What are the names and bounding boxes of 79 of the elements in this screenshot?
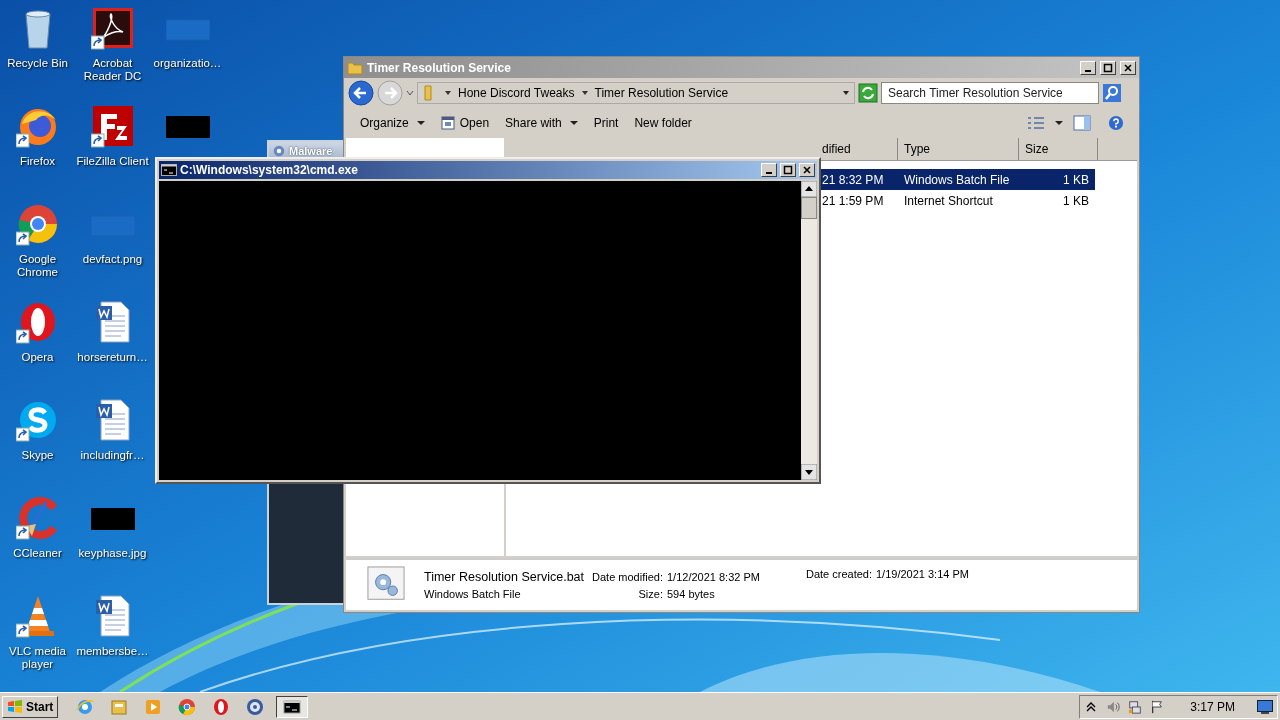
maximize-icon [1103, 62, 1113, 73]
refresh-icon[interactable] [858, 83, 878, 103]
ccleaner-icon[interactable] [15, 496, 60, 540]
minimize-button[interactable] [761, 163, 777, 177]
icon-label[interactable]: Recycle Bin [0, 57, 75, 70]
toolbar-button[interactable]: New folder [628, 114, 698, 132]
maximize-button[interactable] [780, 163, 796, 177]
toolbar-button[interactable]: Open [434, 114, 496, 132]
close-icon [802, 165, 812, 175]
maximize-button[interactable] [1100, 60, 1116, 75]
field-value: 594 bytes [666, 587, 716, 600]
icon-label[interactable]: CCleaner [0, 547, 75, 560]
scrollbar[interactable] [801, 181, 817, 480]
caret-icon[interactable] [580, 89, 589, 97]
icon-label[interactable]: Acrobat Reader DC [75, 57, 150, 83]
breadcrumb-item[interactable]: Hone Discord Tweaks [458, 86, 575, 100]
show-desktop-icon[interactable] [1257, 699, 1273, 714]
icon-label[interactable]: membersbe… [75, 645, 150, 658]
icon-label[interactable]: devfact.png [75, 253, 150, 266]
windows-logo [7, 698, 23, 715]
chrome-icon[interactable] [15, 202, 60, 246]
icon-label[interactable]: Google Chrome [0, 253, 75, 279]
back-icon[interactable] [348, 80, 374, 106]
close-button[interactable] [799, 163, 815, 177]
icon-label[interactable]: keyphase.jpg [75, 547, 150, 560]
column-header[interactable]: Size [1019, 138, 1098, 160]
address-bar[interactable]: Hone Discord Tweaks Timer Resolution Service [417, 82, 855, 104]
icon-label[interactable]: Skype [0, 449, 75, 462]
start-button[interactable]: Start [2, 695, 59, 718]
close-button[interactable] [1120, 60, 1136, 75]
window-icon [440, 116, 455, 130]
minimize-icon [1085, 69, 1091, 72]
icon-label[interactable]: FileZilla Client [75, 155, 150, 168]
icon-label[interactable]: includingfr… [75, 449, 150, 462]
preview-pane-icon[interactable] [1073, 115, 1091, 131]
minimize-button[interactable] [1080, 60, 1096, 75]
icon-label[interactable]: VLC media player [0, 645, 75, 671]
maximize-icon [783, 165, 793, 175]
network-icon[interactable] [1128, 698, 1143, 715]
field-label: Size: [637, 587, 663, 600]
flag-icon[interactable] [1150, 698, 1165, 715]
icon-label[interactable]: Firefox [0, 155, 75, 168]
breadcrumb-item[interactable]: Timer Resolution Service [594, 86, 729, 100]
caret-icon[interactable] [842, 89, 850, 97]
icon-label[interactable]: Opera [0, 351, 75, 364]
toolbar-button[interactable]: Print [587, 114, 625, 132]
column-header[interactable]: Type [898, 138, 1019, 160]
icon-label[interactable]: organizatio… [150, 57, 225, 70]
close-icon [1123, 62, 1133, 73]
help-icon[interactable] [1107, 115, 1125, 131]
scroll-thumb[interactable] [801, 197, 817, 219]
search-icon[interactable] [1102, 83, 1122, 103]
icon-label[interactable]: horsereturn… [75, 351, 150, 364]
caret-icon[interactable] [1055, 119, 1063, 127]
field-value: 1/19/2021 3:14 PM [876, 568, 969, 580]
field-label: Date created: [805, 568, 872, 580]
search-field[interactable]: Search Timer Resolution Service [881, 82, 1099, 104]
toolbar-button[interactable]: Share with [499, 114, 584, 132]
field-label: Date modified: [592, 570, 663, 583]
file-name: Timer Resolution Service.bat [424, 570, 585, 584]
caret-icon [569, 119, 578, 127]
acrobat-icon[interactable] [90, 6, 135, 50]
cmd-taskbar-icon[interactable] [276, 695, 309, 718]
scroll-down-icon[interactable] [801, 464, 817, 480]
caret-icon [416, 119, 425, 127]
window-title: Timer Resolution Service [367, 60, 511, 75]
console-icon [161, 164, 177, 176]
window-title: C:\Windows\system32\cmd.exe [180, 163, 358, 177]
file-row[interactable]: 21 1:59 PM Internet Shortcut 1 KB [820, 190, 1095, 211]
field-value: 1/12/2021 8:32 PM [666, 570, 760, 583]
file-row[interactable]: 21 8:32 PM Windows Batch File 1 KB [820, 169, 1095, 190]
clock[interactable]: 3:17 PM [1190, 699, 1235, 714]
file-type: Windows Batch File [424, 588, 522, 600]
window-title: Malware [289, 144, 333, 157]
scroll-up-icon[interactable] [801, 181, 817, 197]
minimize-icon [766, 172, 772, 174]
filezilla-icon[interactable] [90, 104, 135, 148]
toolbar-button[interactable]: Organize [354, 114, 431, 132]
caret-icon[interactable] [444, 89, 452, 97]
